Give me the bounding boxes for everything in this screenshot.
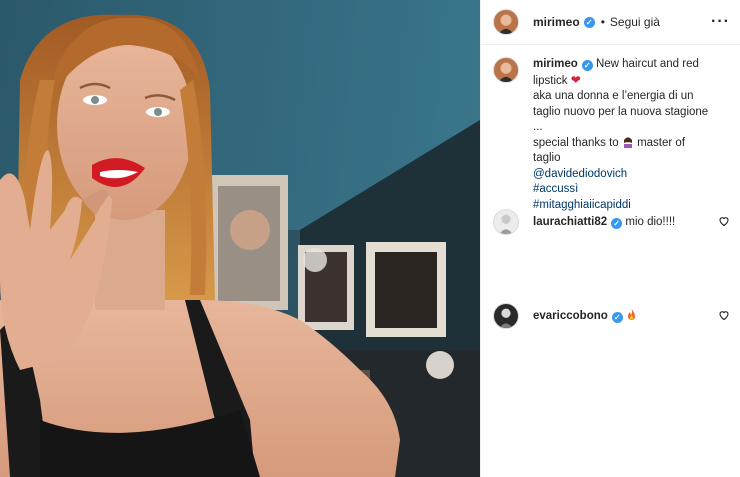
mention-link[interactable]: @davidediodovich (533, 167, 713, 183)
following-button[interactable]: Segui già (610, 15, 660, 29)
caption-line-3-pre: special thanks to (533, 136, 619, 149)
hashtag-link[interactable]: #accussì (533, 182, 713, 198)
caption-line-2: aka una donna e l’energia di un taglio n… (533, 90, 709, 133)
comment-body: laurachiatti82 ✓ mio dio!!!! (533, 216, 675, 229)
commenter-avatar[interactable] (493, 209, 519, 235)
verified-badge-icon: ✓ (611, 217, 623, 229)
comment-item: evariccobono ✓ (493, 303, 730, 329)
fire-emoji-icon (627, 309, 635, 320)
verified-badge-icon: ✓ (583, 16, 595, 28)
post-header: mirimeo ✓ • Segui già ··· (481, 0, 740, 45)
post-image (0, 0, 480, 477)
caption-avatar[interactable] (493, 57, 519, 83)
commenter-username[interactable]: evariccobono (533, 310, 608, 322)
author-username[interactable]: mirimeo (533, 15, 580, 29)
heart-outline-icon[interactable] (718, 309, 730, 321)
comment-item: laurachiatti82 ✓ mio dio!!!! (493, 209, 730, 235)
commenter-avatar[interactable] (493, 303, 519, 329)
ellipsis-icon[interactable]: ··· (711, 14, 730, 30)
separator-dot: • (600, 15, 605, 29)
verified-badge-icon: ✓ (581, 60, 593, 71)
post-photo[interactable] (0, 0, 480, 477)
post-caption: mirimeo ✓ New haircut and red lipstick ❤ … (481, 45, 740, 213)
caption-text: mirimeo ✓ New haircut and red lipstick ❤ … (533, 57, 713, 213)
post-sidebar: mirimeo ✓ • Segui già ··· mirimeo ✓ New h… (480, 0, 740, 477)
comment-message: mio dio!!!! (625, 215, 676, 228)
author-avatar[interactable] (493, 9, 519, 35)
heart-outline-icon[interactable] (718, 215, 730, 227)
caption-username[interactable]: mirimeo (533, 58, 578, 70)
red-heart-icon: ❤ (570, 72, 581, 87)
commenter-username[interactable]: laurachiatti82 (533, 216, 607, 228)
comment-body: evariccobono ✓ (533, 309, 637, 323)
haircut-emoji-icon (623, 136, 632, 148)
verified-badge-icon: ✓ (611, 312, 623, 323)
